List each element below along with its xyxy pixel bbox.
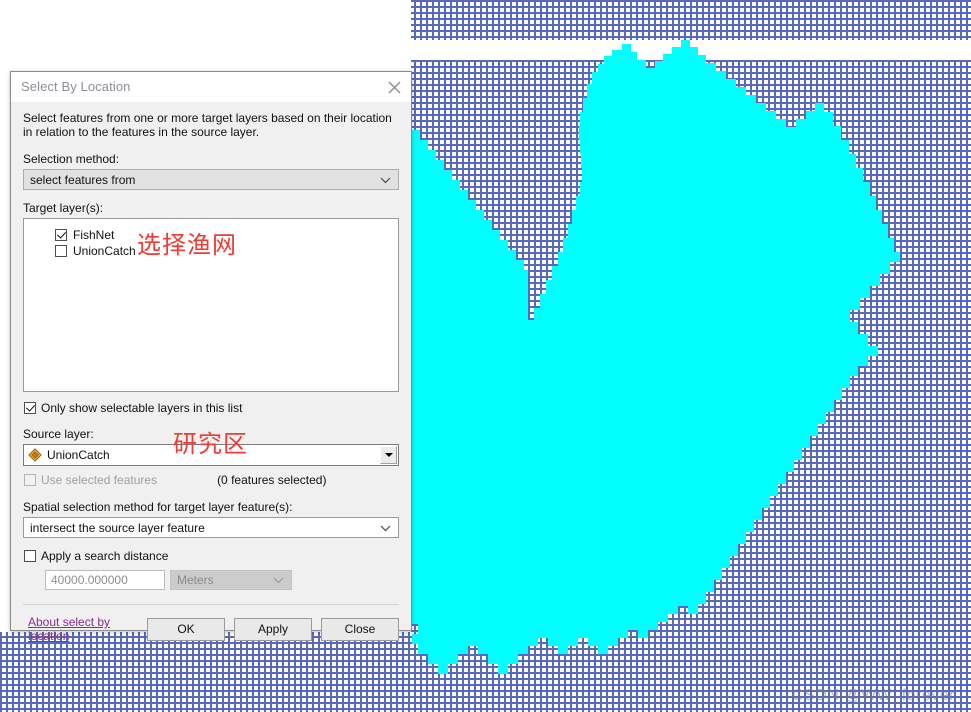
search-distance-row[interactable]: Apply a search distance xyxy=(24,549,399,563)
chevron-down-icon xyxy=(380,521,391,535)
search-distance-unit-combo: Meters xyxy=(170,570,292,590)
dialog-titlebar: Select By Location xyxy=(11,72,411,102)
chevron-down-icon xyxy=(380,173,391,187)
dialog-title: Select By Location xyxy=(21,79,131,94)
use-selected-features-label: Use selected features xyxy=(41,473,158,487)
fishnet-grid-bottomleft xyxy=(0,632,411,712)
close-button[interactable]: Close xyxy=(321,617,399,641)
list-item[interactable]: UnionCatch xyxy=(24,243,398,259)
use-selected-features-checkbox xyxy=(24,474,36,486)
source-layer-combo[interactable]: UnionCatch xyxy=(23,444,399,466)
selection-method-label: Selection method: xyxy=(23,152,120,166)
search-distance-checkbox[interactable] xyxy=(24,550,36,562)
dialog-body: Select features from one or more target … xyxy=(11,102,411,643)
polygon-layer-icon xyxy=(28,448,42,462)
search-distance-unit-value: Meters xyxy=(177,573,214,587)
source-layer-label: Source layer: xyxy=(23,427,94,441)
target-layer-checkbox[interactable] xyxy=(55,245,67,257)
only-selectable-checkbox[interactable] xyxy=(24,402,36,414)
target-layer-label: UnionCatch xyxy=(73,244,136,258)
close-icon[interactable] xyxy=(383,77,405,97)
chevron-down-icon xyxy=(273,573,284,587)
target-layers-listbox[interactable]: FishNet UnionCatch xyxy=(23,218,399,392)
apply-button[interactable]: Apply xyxy=(234,617,312,641)
dialog-description: Select features from one or more target … xyxy=(23,111,392,139)
use-selected-features-row: Use selected features (0 features select… xyxy=(24,473,399,487)
features-selected-count: (0 features selected) xyxy=(217,473,327,487)
triangle-down-icon[interactable] xyxy=(380,446,397,464)
ok-button[interactable]: OK xyxy=(147,617,225,641)
search-distance-input[interactable]: 40000.000000 xyxy=(45,570,165,590)
footer-button-group: OK Apply Close xyxy=(147,617,399,641)
spatial-method-value: intersect the source layer feature xyxy=(30,520,205,535)
spatial-method-combo[interactable]: intersect the source layer feature xyxy=(23,517,399,538)
only-selectable-label: Only show selectable layers in this list xyxy=(41,401,243,415)
search-distance-inputs: 40000.000000 Meters xyxy=(45,570,399,590)
selection-method-value: select features from xyxy=(30,172,136,187)
select-by-location-dialog[interactable]: Select By Location Select features from … xyxy=(10,71,412,643)
source-layer-value: UnionCatch xyxy=(47,448,110,462)
search-distance-label: Apply a search distance xyxy=(41,549,169,563)
target-layer-label: FishNet xyxy=(73,228,115,242)
map-topleft-white xyxy=(0,0,411,40)
only-selectable-row[interactable]: Only show selectable layers in this list xyxy=(24,401,399,415)
spatial-method-label: Spatial selection method for target laye… xyxy=(23,500,293,514)
selection-method-combo[interactable]: select features from xyxy=(23,169,399,190)
target-layers-label: Target layer(s): xyxy=(23,201,104,215)
target-layer-checkbox[interactable] xyxy=(55,229,67,241)
footer-divider xyxy=(23,604,399,605)
about-select-by-location-link[interactable]: About select by location xyxy=(28,615,147,643)
search-distance-value: 40000.000000 xyxy=(51,573,128,587)
dialog-footer: About select by location OK Apply Close xyxy=(23,615,399,643)
list-item[interactable]: FishNet xyxy=(24,227,398,243)
fishnet-grid-top xyxy=(411,0,971,40)
